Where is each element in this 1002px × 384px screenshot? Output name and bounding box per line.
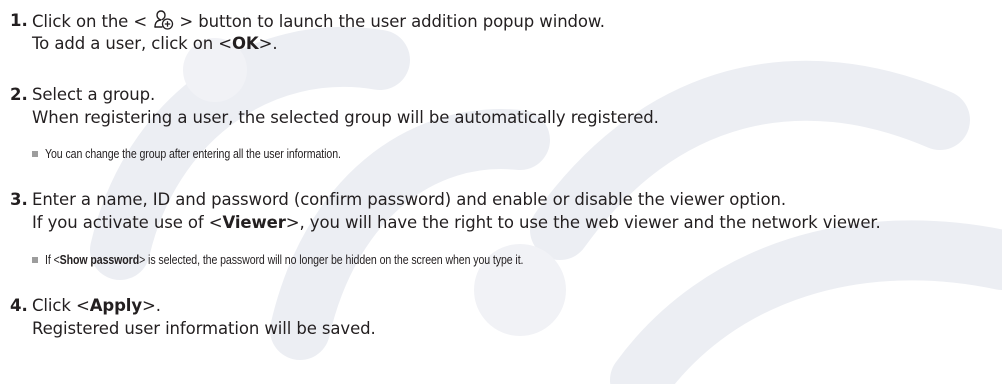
step-3-note-b: > is selected, the password will no long… — [139, 253, 524, 267]
step-1-line-2-a: To add a user, click on < — [32, 34, 232, 53]
step-2-number: 2. — [10, 85, 28, 104]
step-2-note: You can change the group after entering … — [45, 147, 341, 161]
step-1-line-2: To add a user, click on <OK>. — [32, 33, 278, 55]
step-4-line-1-b: >. — [142, 296, 161, 315]
step-4-line-2: Registered user information will be save… — [32, 319, 376, 338]
add-user-icon — [154, 10, 174, 30]
step-1-number: 1. — [10, 11, 28, 30]
step-2-line-1: Select a group. — [32, 85, 156, 104]
ok-button-label: OK — [232, 34, 259, 53]
step-1-line-1: Click on the < > button to launch the us… — [32, 10, 605, 33]
step-4-line-1: Click <Apply>. — [32, 295, 161, 317]
step-3-line-2-a: If you activate use of < — [32, 213, 223, 232]
step-3-line-1: Enter a name, ID and password (confirm p… — [32, 190, 786, 209]
show-password-label: Show password — [59, 253, 140, 267]
step-3-line-2-b: >, you will have the right to use the we… — [285, 213, 881, 232]
step-3-number: 3. — [10, 190, 28, 209]
step-1-text-a: Click on the < — [32, 12, 153, 31]
note-bullet — [32, 257, 38, 263]
viewer-option-label: Viewer — [222, 213, 286, 232]
step-3-note-a: If < — [45, 253, 60, 267]
step-3-note: If <Show password> is selected, the pass… — [45, 251, 524, 269]
instruction-steps: 1. Click on the < > button to launch the… — [0, 0, 1002, 384]
step-3-line-2: If you activate use of <Viewer>, you wil… — [32, 212, 881, 234]
step-2-line-2: When registering a user, the selected gr… — [32, 108, 659, 127]
step-4-line-1-a: Click < — [32, 296, 90, 315]
step-1-text-b: > button to launch the user addition pop… — [174, 12, 605, 31]
step-1-line-2-b: >. — [258, 34, 278, 53]
apply-button-label: Apply — [89, 296, 142, 315]
step-4-number: 4. — [10, 296, 28, 315]
note-bullet — [32, 151, 38, 157]
